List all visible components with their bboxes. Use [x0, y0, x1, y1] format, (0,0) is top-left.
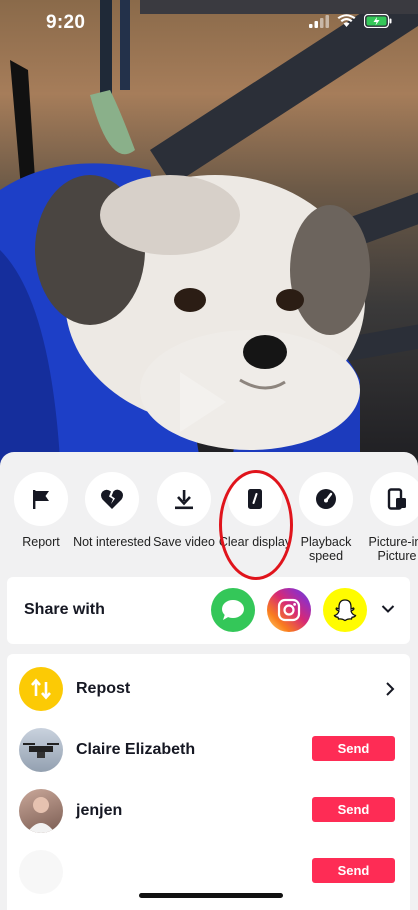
repost-icon	[31, 678, 51, 700]
report-button[interactable]: Report	[1, 472, 81, 549]
messages-icon	[222, 600, 244, 620]
status-time: 9:20	[46, 12, 86, 33]
contact-row: Claire Elizabeth Send	[7, 720, 410, 780]
chevron-down-icon[interactable]	[380, 601, 396, 617]
home-indicator	[139, 893, 283, 898]
battery-icon	[364, 14, 392, 28]
contact-name: Claire Elizabeth	[76, 741, 196, 758]
send-button[interactable]: Send	[312, 736, 395, 761]
avatar[interactable]	[19, 728, 63, 772]
share-with-title: Share with	[24, 601, 105, 618]
person-photo	[27, 797, 55, 833]
broken-heart-icon	[101, 489, 123, 509]
avatar[interactable]	[19, 789, 63, 833]
send-button[interactable]: Send	[312, 858, 395, 883]
picture-in-picture-icon	[387, 488, 406, 510]
not-interested-label: Not interested	[73, 535, 151, 549]
instagram-share-button[interactable]	[267, 588, 311, 632]
chevron-right-icon	[386, 682, 395, 696]
signal-icon	[309, 14, 329, 28]
avatar[interactable]	[19, 850, 63, 894]
messages-share-button[interactable]	[211, 588, 255, 632]
picture-in-picture-label: Picture-in-Picture	[368, 535, 418, 563]
repost-label: Repost	[76, 680, 131, 697]
instagram-icon	[277, 598, 301, 622]
flag-icon	[33, 490, 49, 509]
send-button[interactable]: Send	[312, 797, 395, 822]
snapchat-icon	[333, 599, 357, 622]
save-video-label: Save video	[153, 535, 215, 549]
contact-row: jenjen Send	[7, 781, 410, 841]
contact-name: jenjen	[76, 802, 123, 819]
play-icon	[180, 372, 226, 432]
action-row: Report Not interested Save video Clear d…	[0, 472, 418, 572]
not-interested-button[interactable]: Not interested	[72, 472, 152, 549]
picture-in-picture-button[interactable]: Picture-in-Picture	[357, 472, 418, 563]
video-player[interactable]	[0, 0, 418, 470]
wifi-icon	[337, 14, 356, 27]
report-label: Report	[22, 535, 60, 549]
drone-image	[23, 743, 59, 758]
download-icon	[175, 490, 193, 510]
highlight-annotation	[219, 470, 293, 580]
repost-row[interactable]: Repost	[7, 659, 410, 719]
share-with-row: Share with	[7, 577, 410, 644]
playback-speed-label: Playback speed	[300, 535, 352, 563]
repost-icon-circle	[19, 667, 63, 711]
snapchat-share-button[interactable]	[323, 588, 367, 632]
status-bar: 9:20	[0, 10, 418, 40]
share-target-list: Repost Claire Elizabeth Send jenjen Send…	[7, 654, 410, 910]
share-sheet: Report Not interested Save video Clear d…	[0, 452, 418, 910]
save-video-button[interactable]: Save video	[144, 472, 224, 549]
playback-speed-button[interactable]: Playback speed	[286, 472, 366, 563]
speedometer-icon	[316, 489, 336, 509]
